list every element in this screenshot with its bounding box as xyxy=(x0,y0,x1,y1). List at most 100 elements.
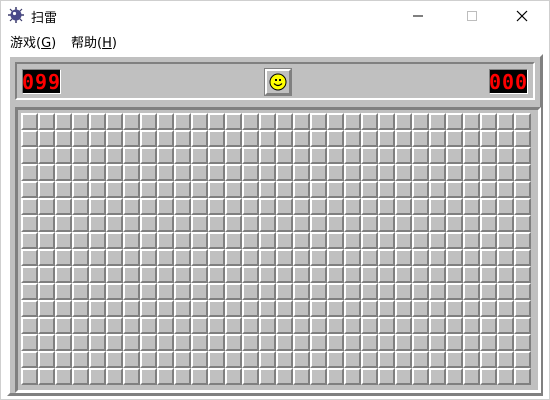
minimize-button[interactable] xyxy=(395,1,441,30)
mine-cell[interactable] xyxy=(446,334,463,351)
mine-cell[interactable] xyxy=(123,283,140,300)
mine-cell[interactable] xyxy=(140,113,157,130)
mine-cell[interactable] xyxy=(310,164,327,181)
mine-cell[interactable] xyxy=(123,351,140,368)
mine-cell[interactable] xyxy=(89,147,106,164)
mine-cell[interactable] xyxy=(293,300,310,317)
mine-cell[interactable] xyxy=(497,113,514,130)
mine-cell[interactable] xyxy=(463,164,480,181)
mine-cell[interactable] xyxy=(21,113,38,130)
mine-cell[interactable] xyxy=(293,181,310,198)
mine-cell[interactable] xyxy=(38,351,55,368)
mine-cell[interactable] xyxy=(429,232,446,249)
mine-cell[interactable] xyxy=(327,215,344,232)
mine-cell[interactable] xyxy=(344,164,361,181)
mine-cell[interactable] xyxy=(463,198,480,215)
mine-cell[interactable] xyxy=(157,181,174,198)
mine-cell[interactable] xyxy=(106,351,123,368)
mine-cell[interactable] xyxy=(463,232,480,249)
mine-cell[interactable] xyxy=(225,164,242,181)
mine-cell[interactable] xyxy=(293,232,310,249)
mine-cell[interactable] xyxy=(72,317,89,334)
mine-cell[interactable] xyxy=(344,266,361,283)
mine-cell[interactable] xyxy=(225,181,242,198)
mine-cell[interactable] xyxy=(140,130,157,147)
mine-cell[interactable] xyxy=(191,147,208,164)
mine-cell[interactable] xyxy=(123,266,140,283)
mine-cell[interactable] xyxy=(361,181,378,198)
mine-cell[interactable] xyxy=(38,266,55,283)
mine-cell[interactable] xyxy=(344,232,361,249)
mine-cell[interactable] xyxy=(497,215,514,232)
mine-cell[interactable] xyxy=(123,334,140,351)
mine-cell[interactable] xyxy=(174,130,191,147)
mine-cell[interactable] xyxy=(293,130,310,147)
mine-cell[interactable] xyxy=(514,266,531,283)
mine-cell[interactable] xyxy=(259,164,276,181)
mine-cell[interactable] xyxy=(429,198,446,215)
mine-cell[interactable] xyxy=(497,351,514,368)
mine-cell[interactable] xyxy=(38,283,55,300)
mine-cell[interactable] xyxy=(174,147,191,164)
mine-cell[interactable] xyxy=(157,283,174,300)
mine-cell[interactable] xyxy=(242,164,259,181)
mine-cell[interactable] xyxy=(327,266,344,283)
mine-cell[interactable] xyxy=(480,130,497,147)
mine-cell[interactable] xyxy=(514,130,531,147)
mine-cell[interactable] xyxy=(497,368,514,385)
mine-cell[interactable] xyxy=(378,266,395,283)
mine-cell[interactable] xyxy=(378,181,395,198)
mine-cell[interactable] xyxy=(514,232,531,249)
mine-cell[interactable] xyxy=(310,334,327,351)
mine-cell[interactable] xyxy=(55,215,72,232)
mine-cell[interactable] xyxy=(242,249,259,266)
mine-cell[interactable] xyxy=(225,334,242,351)
mine-cell[interactable] xyxy=(395,113,412,130)
mine-cell[interactable] xyxy=(191,368,208,385)
mine-cell[interactable] xyxy=(106,147,123,164)
mine-cell[interactable] xyxy=(157,198,174,215)
mine-cell[interactable] xyxy=(310,232,327,249)
mine-cell[interactable] xyxy=(157,351,174,368)
mine-cell[interactable] xyxy=(310,351,327,368)
mine-cell[interactable] xyxy=(106,266,123,283)
mine-cell[interactable] xyxy=(293,113,310,130)
mine-cell[interactable] xyxy=(514,334,531,351)
mine-cell[interactable] xyxy=(72,147,89,164)
mine-cell[interactable] xyxy=(208,198,225,215)
mine-cell[interactable] xyxy=(293,351,310,368)
mine-cell[interactable] xyxy=(378,334,395,351)
mine-cell[interactable] xyxy=(140,334,157,351)
mine-cell[interactable] xyxy=(497,164,514,181)
mine-cell[interactable] xyxy=(344,300,361,317)
mine-cell[interactable] xyxy=(327,368,344,385)
mine-cell[interactable] xyxy=(344,147,361,164)
mine-cell[interactable] xyxy=(140,198,157,215)
mine-cell[interactable] xyxy=(412,181,429,198)
mine-cell[interactable] xyxy=(293,215,310,232)
mine-cell[interactable] xyxy=(395,334,412,351)
mine-cell[interactable] xyxy=(412,164,429,181)
mine-cell[interactable] xyxy=(429,130,446,147)
mine-cell[interactable] xyxy=(480,198,497,215)
mine-cell[interactable] xyxy=(310,283,327,300)
mine-cell[interactable] xyxy=(140,147,157,164)
mine-cell[interactable] xyxy=(225,317,242,334)
mine-cell[interactable] xyxy=(276,249,293,266)
mine-cell[interactable] xyxy=(225,147,242,164)
mine-cell[interactable] xyxy=(106,232,123,249)
mine-cell[interactable] xyxy=(480,215,497,232)
mine-cell[interactable] xyxy=(361,215,378,232)
mine-cell[interactable] xyxy=(293,147,310,164)
mine-cell[interactable] xyxy=(259,283,276,300)
mine-cell[interactable] xyxy=(225,215,242,232)
mine-cell[interactable] xyxy=(106,300,123,317)
maximize-button[interactable] xyxy=(449,1,495,30)
mine-cell[interactable] xyxy=(21,334,38,351)
mine-cell[interactable] xyxy=(157,215,174,232)
mine-cell[interactable] xyxy=(72,266,89,283)
mine-cell[interactable] xyxy=(242,215,259,232)
mine-cell[interactable] xyxy=(412,249,429,266)
mine-cell[interactable] xyxy=(276,164,293,181)
mine-cell[interactable] xyxy=(327,198,344,215)
